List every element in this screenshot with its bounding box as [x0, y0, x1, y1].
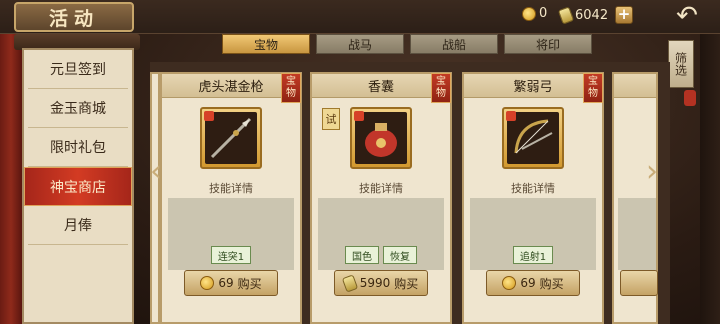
price: 5990: [359, 276, 391, 290]
left-decor-frame: [0, 34, 22, 324]
next-arrow-icon[interactable]: ›: [642, 157, 662, 187]
coin-amount: 0: [539, 6, 548, 21]
tab-ship[interactable]: 战船: [410, 34, 498, 54]
card-title: 香囊: [312, 74, 450, 98]
shop-card-bow[interactable]: 繁弱弓 宝物 技能详情 追射1 69 购买: [462, 72, 604, 324]
trial-badge: 试: [322, 108, 340, 130]
shop-card-tiger-spear[interactable]: 虎头湛金枪 宝物 技能详情 连突1 69 购买: [160, 72, 302, 324]
spear-icon: [210, 117, 252, 159]
menu-item-monthly-salary[interactable]: 月俸: [28, 206, 128, 245]
card-title: 虎头湛金枪: [162, 74, 300, 98]
tab-treasure[interactable]: 宝物: [222, 34, 310, 54]
bow-icon: [514, 119, 553, 154]
gold-ingot-icon: [341, 273, 358, 293]
buy-button[interactable]: 69 购买: [184, 270, 278, 296]
prev-arrow-icon[interactable]: ‹: [146, 157, 166, 187]
tab-horse[interactable]: 战马: [316, 34, 404, 54]
skill-chip: 国色: [345, 246, 379, 264]
quality-badge-icon: [354, 111, 364, 121]
price: 69: [520, 276, 536, 290]
card-title: 繁弱弓: [464, 74, 602, 98]
gold-amount: 6042: [575, 7, 609, 23]
partial-card-right: [612, 72, 658, 324]
coin-counter: 0: [522, 6, 547, 21]
skill-chip: 恢复: [383, 246, 417, 264]
skill-chip: 追射1: [512, 246, 554, 264]
coin-icon: [200, 276, 215, 290]
skills-box: 连突1: [168, 198, 294, 270]
recharge-button[interactable]: +: [615, 6, 634, 24]
skill-detail-link[interactable]: 技能详情: [464, 180, 602, 196]
menu-item-limited-pack[interactable]: 限时礼包: [28, 128, 128, 167]
skill-detail-link[interactable]: 技能详情: [162, 180, 300, 196]
item-frame[interactable]: [502, 107, 564, 169]
lantern-decoration: [684, 90, 696, 106]
card-category-tag: 宝物: [281, 73, 301, 103]
buy-label: 购买: [237, 276, 262, 291]
quality-badge-icon: [506, 111, 516, 121]
category-tabs: 宝物 战马 战船 将印: [222, 34, 592, 54]
skills-box: 国色 恢复: [318, 198, 444, 270]
item-frame[interactable]: [350, 107, 412, 169]
skill-detail-link[interactable]: 技能详情: [312, 180, 450, 196]
menu-item-jade-mall[interactable]: 金玉商城: [28, 89, 128, 128]
item-frame[interactable]: [200, 107, 262, 169]
menu-item-divine-shop[interactable]: 神宝商店: [24, 167, 132, 206]
tab-seal[interactable]: 将印: [504, 34, 592, 54]
gold-ingot-icon: [557, 5, 575, 25]
skill-chip: 连突1: [210, 246, 252, 264]
shop-card-sachet[interactable]: 香囊 宝物 试 技能详情 国色 恢复 5990 购买: [310, 72, 452, 324]
sachet-icon: [365, 123, 397, 157]
buy-button[interactable]: 69 购买: [486, 270, 580, 296]
buy-label: 购买: [539, 276, 564, 291]
buy-label: 购买: [394, 276, 419, 291]
top-bar: 活动 0 6042 + ↶: [0, 0, 720, 34]
filter-button[interactable]: 筛选: [668, 40, 694, 88]
right-decor-frame: [700, 34, 720, 324]
quality-badge-icon: [204, 111, 214, 121]
card-category-tag: 宝物: [583, 73, 603, 103]
skills-box: 追射1: [470, 198, 596, 270]
page-title: 活动: [14, 2, 134, 32]
side-menu: 元旦签到 金玉商城 限时礼包 神宝商店 月俸: [22, 48, 134, 324]
coin-icon: [502, 276, 517, 290]
back-button[interactable]: ↶: [672, 3, 702, 30]
partial-card-left: [150, 72, 160, 324]
card-category-tag: 宝物: [431, 73, 451, 103]
gold-counter: 6042 +: [557, 5, 634, 25]
coin-icon: [522, 6, 536, 21]
buy-button[interactable]: 5990 购买: [334, 270, 428, 296]
price: 69: [218, 276, 234, 290]
menu-item-new-year-signin[interactable]: 元旦签到: [28, 50, 128, 89]
